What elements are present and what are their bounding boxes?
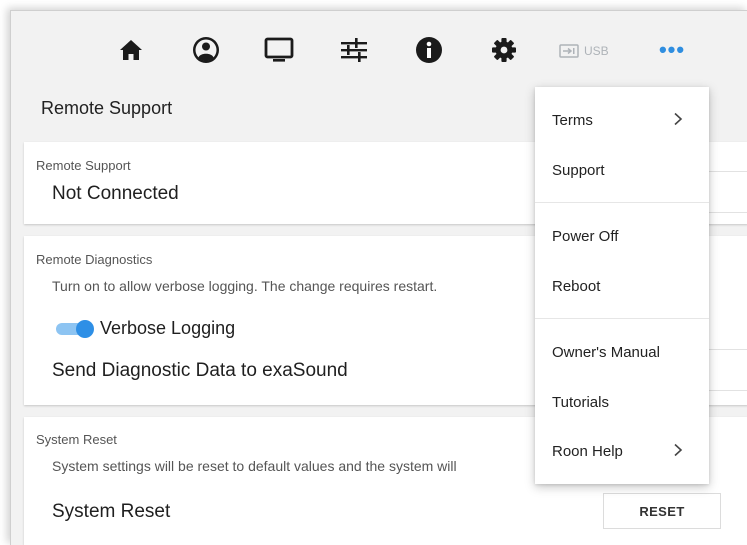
top-toolbar: USB •••	[11, 11, 747, 89]
chevron-right-icon	[674, 112, 683, 126]
connection-status: Not Connected	[52, 183, 179, 204]
menu-item-label: Reboot	[552, 277, 601, 295]
menu-divider	[535, 318, 709, 319]
usb-input-button[interactable]: USB	[559, 41, 609, 61]
menu-item-reboot[interactable]: Reboot	[535, 267, 709, 305]
send-diagnostic-button[interactable]	[708, 349, 747, 391]
usb-input-icon	[559, 44, 579, 58]
monitor-icon[interactable]	[264, 35, 294, 65]
reset-button[interactable]: RESET	[603, 493, 721, 529]
gear-icon[interactable]	[489, 35, 519, 65]
send-diagnostic-label: Send Diagnostic Data to exaSound	[52, 360, 348, 381]
verbose-logging-toggle[interactable]	[54, 320, 94, 338]
more-menu-button[interactable]: •••	[655, 37, 689, 63]
menu-item-label: Roon Help	[552, 442, 623, 460]
menu-item-power-off[interactable]: Power Off	[535, 217, 709, 255]
menu-item-label: Support	[552, 161, 605, 179]
sliders-icon[interactable]	[339, 35, 369, 65]
menu-item-roon-help[interactable]: Roon Help	[535, 432, 709, 470]
more-dropdown-menu: Terms Support Power Off Reboot Owner's M…	[535, 87, 709, 484]
app-window: USB ••• Remote Support Remote Support No…	[10, 10, 747, 545]
verbose-logging-label: Verbose Logging	[100, 318, 236, 338]
usb-label: USB	[584, 44, 609, 58]
page-title: Remote Support	[41, 98, 173, 118]
info-icon[interactable]	[414, 35, 444, 65]
menu-item-owners-manual[interactable]: Owner's Manual	[535, 333, 709, 371]
home-icon[interactable]	[116, 35, 146, 65]
profile-icon[interactable]	[191, 35, 221, 65]
menu-item-label: Power Off	[552, 227, 619, 245]
connect-button[interactable]	[708, 171, 747, 213]
chevron-right-icon	[674, 443, 683, 457]
system-reset-description: System settings will be reset to default…	[52, 458, 457, 474]
menu-item-terms[interactable]: Terms	[535, 101, 709, 139]
menu-item-tutorials[interactable]: Tutorials	[535, 383, 709, 421]
system-reset-title: System Reset	[52, 501, 171, 522]
remote-support-label: Remote Support	[36, 158, 131, 173]
menu-item-label: Terms	[552, 111, 593, 129]
menu-divider	[535, 202, 709, 203]
remote-diagnostics-description: Turn on to allow verbose logging. The ch…	[52, 278, 438, 294]
remote-diagnostics-label: Remote Diagnostics	[36, 252, 153, 267]
menu-item-support[interactable]: Support	[535, 151, 709, 189]
menu-item-label: Owner's Manual	[552, 343, 660, 361]
system-reset-label: System Reset	[36, 432, 117, 447]
menu-item-label: Tutorials	[552, 393, 609, 411]
